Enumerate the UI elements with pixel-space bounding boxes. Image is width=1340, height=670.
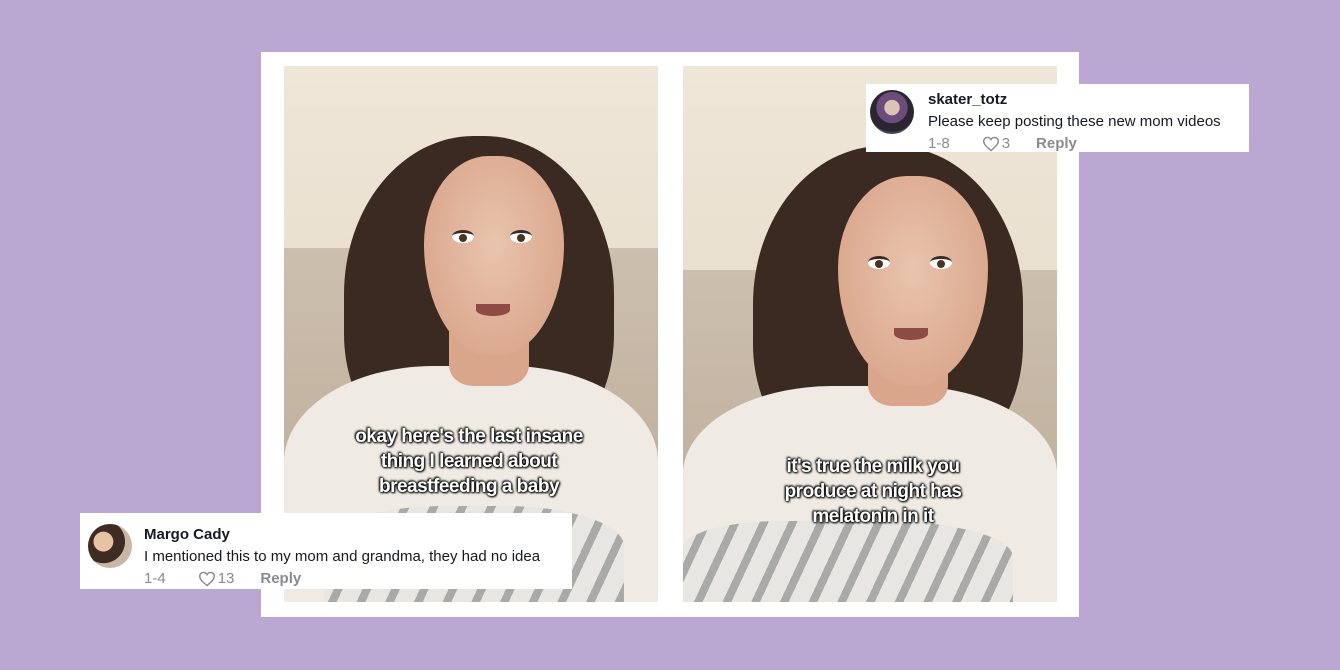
comment-card: Margo Cady I mentioned this to my mom an…: [80, 513, 572, 589]
baby-blanket: [683, 521, 1013, 602]
eye: [930, 256, 952, 269]
comment-card: skater_totz Please keep posting these ne…: [866, 84, 1249, 152]
eye: [868, 256, 890, 269]
reply-button[interactable]: Reply: [260, 570, 301, 587]
comment-date: 1-8: [928, 135, 950, 152]
user-avatar-icon[interactable]: [870, 90, 914, 134]
caption-line: okay here's the last insane: [355, 426, 583, 447]
reply-button[interactable]: Reply: [1036, 135, 1077, 152]
like-count: 3: [1001, 135, 1011, 152]
comment-username[interactable]: Margo Cady: [144, 526, 230, 543]
comment-text: Please keep posting these new mom videos: [928, 113, 1221, 130]
like-button[interactable]: 13: [198, 570, 235, 587]
like-count: 13: [217, 570, 235, 587]
mouth: [894, 328, 928, 340]
video-caption: it's true the milk you produce at night …: [723, 454, 1023, 529]
comment-text: I mentioned this to my mom and grandma, …: [144, 548, 541, 565]
user-avatar-icon[interactable]: [88, 524, 132, 568]
like-button[interactable]: 3: [982, 135, 1010, 152]
caption-line: breastfeeding a baby: [378, 476, 560, 497]
mouth: [476, 304, 510, 316]
eye: [510, 230, 532, 243]
caption-line: thing I learned about: [380, 451, 558, 472]
caption-line: melatonin in it: [812, 506, 934, 527]
heart-icon: [198, 571, 215, 587]
caption-line: produce at night has: [784, 481, 962, 502]
comment-date: 1-4: [144, 570, 166, 587]
video-caption: okay here's the last insane thing I lear…: [314, 424, 624, 499]
caption-line: it's true the milk you: [786, 456, 961, 477]
comment-meta: 1-8 3 Reply: [928, 135, 1077, 152]
heart-icon: [982, 136, 999, 152]
comment-meta: 1-4 13 Reply: [144, 570, 301, 587]
eye: [452, 230, 474, 243]
comment-username[interactable]: skater_totz: [928, 91, 1007, 108]
